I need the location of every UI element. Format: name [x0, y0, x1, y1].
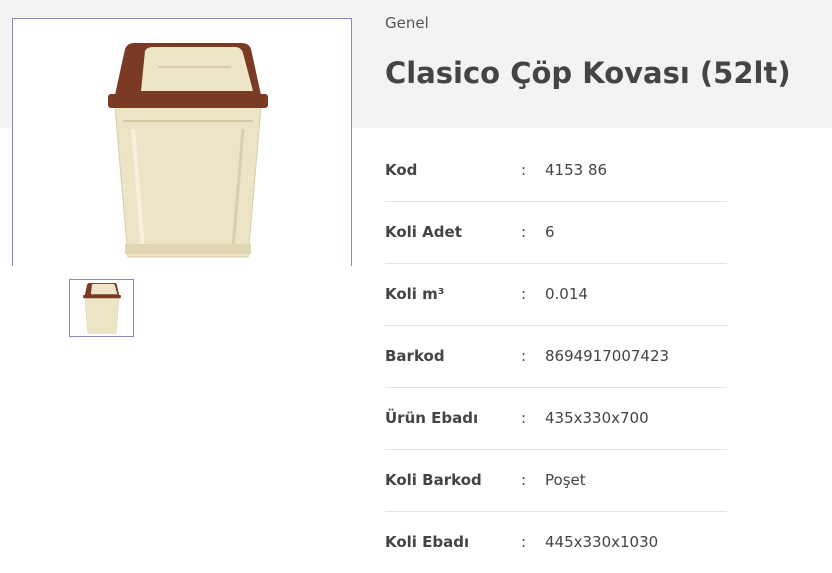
- spec-value: 8694917007423: [545, 347, 670, 365]
- spec-separator: :: [521, 285, 527, 303]
- trash-bin-image: [108, 43, 268, 258]
- trash-bin-thumb-image: [83, 282, 121, 334]
- spec-separator: :: [521, 471, 527, 489]
- spec-label: Barkod: [385, 347, 445, 365]
- product-thumbnail[interactable]: [69, 279, 134, 337]
- spec-value: Poşet: [545, 471, 586, 489]
- spec-label: Koli Ebadı: [385, 533, 470, 551]
- spec-row-barkod: Barkod : 8694917007423: [385, 326, 727, 388]
- spec-label: Kod: [385, 161, 418, 179]
- spec-value: 0.014: [545, 285, 588, 303]
- spec-label: Koli Barkod: [385, 471, 482, 489]
- spec-separator: :: [521, 161, 527, 179]
- spec-row-kod: Kod : 4153 86: [385, 140, 727, 202]
- spec-separator: :: [521, 223, 527, 241]
- spec-value: 445x330x1030: [545, 533, 659, 551]
- spec-row-koli-ebadi: Koli Ebadı : 445x330x1030: [385, 512, 727, 573]
- product-title: Clasico Çöp Kovası (52lt): [385, 56, 791, 90]
- spec-label: Koli m³: [385, 285, 445, 303]
- spec-row-koli-adet: Koli Adet : 6: [385, 202, 727, 264]
- spec-separator: :: [521, 533, 527, 551]
- product-main-image[interactable]: [12, 18, 352, 266]
- spec-row-koli-barkod: Koli Barkod : Poşet: [385, 450, 727, 512]
- spec-value: 6: [545, 223, 555, 241]
- breadcrumb-category[interactable]: Genel: [385, 14, 429, 32]
- spec-label: Koli Adet: [385, 223, 462, 241]
- spec-separator: :: [521, 347, 527, 365]
- spec-table: Kod : 4153 86 Koli Adet : 6 Koli m³ : 0.…: [385, 140, 727, 573]
- spec-row-urun-ebadi: Ürün Ebadı : 435x330x700: [385, 388, 727, 450]
- spec-row-koli-m3: Koli m³ : 0.014: [385, 264, 727, 326]
- spec-label: Ürün Ebadı: [385, 409, 479, 427]
- spec-value: 4153 86: [545, 161, 608, 179]
- spec-value: 435x330x700: [545, 409, 649, 427]
- spec-separator: :: [521, 409, 527, 427]
